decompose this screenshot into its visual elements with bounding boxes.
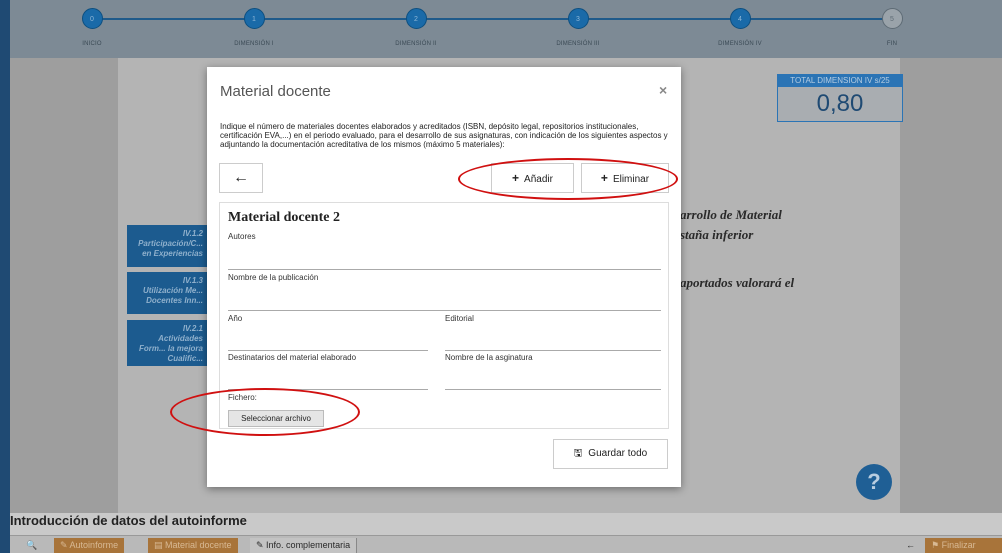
progress-stepper: 0 INICIO 1 DIMENSIÓN I 2 DIMENSIÓN II 3 … bbox=[10, 0, 1002, 58]
side-item-code: IV.1.2 bbox=[182, 229, 203, 238]
save-all-button[interactable]: 🖫 Guardar todo bbox=[553, 439, 668, 469]
total-value: 0,80 bbox=[816, 90, 864, 117]
background-text: aportados valorará el bbox=[680, 275, 795, 290]
left-edge-bar bbox=[0, 0, 10, 553]
step-label: DIMENSIÓN II bbox=[395, 41, 437, 47]
step-dot: 3 bbox=[567, 8, 589, 29]
step-dot: 0 bbox=[81, 8, 103, 29]
step-dimension-4[interactable]: 4 DIMENSIÓN IV bbox=[700, 8, 780, 47]
step-label: FIN bbox=[886, 41, 898, 47]
side-item-text: Actividades Form... la mejora Cualific..… bbox=[138, 334, 203, 363]
side-item-code: IV.1.3 bbox=[182, 276, 203, 285]
anio-label: Año bbox=[228, 314, 243, 323]
help-icon[interactable]: ? bbox=[856, 464, 892, 500]
step-dot: 1 bbox=[243, 8, 265, 29]
total-dimension-box: TOTAL DIMENSION IV s/25 0,80 bbox=[777, 74, 903, 122]
step-inicio[interactable]: 0 INICIO bbox=[52, 8, 132, 47]
modal-title: Material docente bbox=[220, 83, 331, 100]
autores-input[interactable] bbox=[228, 269, 661, 270]
editorial-input[interactable] bbox=[445, 350, 661, 351]
nombre-publicacion-input[interactable] bbox=[228, 310, 661, 311]
step-dimension-1[interactable]: 1 DIMENSIÓN I bbox=[214, 8, 294, 47]
zoom-icon[interactable]: 🔍 bbox=[20, 538, 43, 553]
back-arrow-icon[interactable]: ← bbox=[900, 538, 921, 553]
step-dot: 4 bbox=[729, 8, 751, 29]
anio-input[interactable] bbox=[228, 350, 428, 351]
step-dot: 5 bbox=[881, 8, 903, 29]
step-dimension-3[interactable]: 3 DIMENSIÓN III bbox=[538, 8, 618, 47]
destinatarios-label: Destinatarios del material elaborado bbox=[228, 353, 357, 362]
left-panel bbox=[10, 58, 118, 513]
editorial-label: Editorial bbox=[445, 314, 474, 323]
side-item-iv-1-3[interactable]: IV.1.3 Utilización Me... Docentes Inn... bbox=[127, 272, 207, 314]
total-label: TOTAL DIMENSION IV s/25 bbox=[778, 75, 902, 87]
side-item-iv-2-1[interactable]: IV.2.1 Actividades Form... la mejora Cua… bbox=[127, 320, 207, 366]
edit-icon: ✎ bbox=[60, 540, 70, 550]
back-button[interactable]: ← bbox=[219, 163, 263, 193]
side-item-text: Participación/C... en Experiencias bbox=[138, 239, 203, 258]
tab-info-complementaria[interactable]: ✎ Info. complementaria bbox=[250, 538, 358, 553]
side-item-iv-1-2[interactable]: IV.1.2 Participación/C... en Experiencia… bbox=[127, 225, 207, 267]
step-dimension-2[interactable]: 2 DIMENSIÓN II bbox=[376, 8, 456, 47]
step-label: DIMENSIÓN III bbox=[556, 41, 600, 47]
nombre-publicacion-label: Nombre de la publicación bbox=[228, 273, 319, 282]
annotation-ellipse bbox=[458, 158, 678, 200]
bottom-toolbar: 🔍 ✎ Autoinforme ▤ Material docente ✎ Inf… bbox=[10, 535, 1002, 553]
pencil-icon: ✎ bbox=[256, 540, 267, 550]
step-label: INICIO bbox=[82, 41, 102, 47]
modal-instructions: Indique el número de materiales docentes… bbox=[220, 122, 668, 150]
right-panel bbox=[900, 58, 1002, 513]
save-icon: 🖫 bbox=[573, 448, 583, 459]
tab-autoinforme[interactable]: ✎ Autoinforme bbox=[54, 538, 125, 553]
form-title: Material docente 2 bbox=[228, 210, 340, 225]
bottom-title: Introducción de datos del autoinforme bbox=[10, 513, 247, 528]
background-text: arrollo de Material bbox=[680, 207, 782, 222]
tab-label: Material docente bbox=[165, 540, 232, 550]
tab-label: Autoinforme bbox=[69, 540, 119, 550]
close-icon[interactable]: × bbox=[659, 82, 667, 98]
annotation-ellipse bbox=[170, 388, 360, 436]
arrow-left-icon: ← bbox=[233, 169, 249, 186]
asignatura-input[interactable] bbox=[445, 389, 661, 390]
finalizar-button[interactable]: ⚑ Finalizar bbox=[925, 538, 1002, 553]
step-fin[interactable]: 5 FIN bbox=[852, 8, 932, 47]
background-text: staña inferior bbox=[680, 227, 754, 242]
book-icon: ▤ bbox=[154, 540, 166, 550]
save-all-label: Guardar todo bbox=[588, 448, 648, 459]
autores-label: Autores bbox=[228, 232, 256, 241]
step-label: DIMENSIÓN I bbox=[234, 41, 274, 47]
step-dot: 2 bbox=[405, 8, 427, 29]
tab-label: Info. complementaria bbox=[266, 540, 351, 550]
step-label: DIMENSIÓN IV bbox=[718, 41, 762, 47]
asignatura-label: Nombre de la asginatura bbox=[445, 353, 533, 362]
tab-material-docente[interactable]: ▤ Material docente bbox=[148, 538, 238, 553]
side-item-text: Utilización Me... Docentes Inn... bbox=[142, 286, 203, 305]
button-label: Finalizar bbox=[941, 540, 976, 550]
flag-icon: ⚑ bbox=[931, 540, 942, 550]
side-item-code: IV.2.1 bbox=[182, 324, 203, 333]
